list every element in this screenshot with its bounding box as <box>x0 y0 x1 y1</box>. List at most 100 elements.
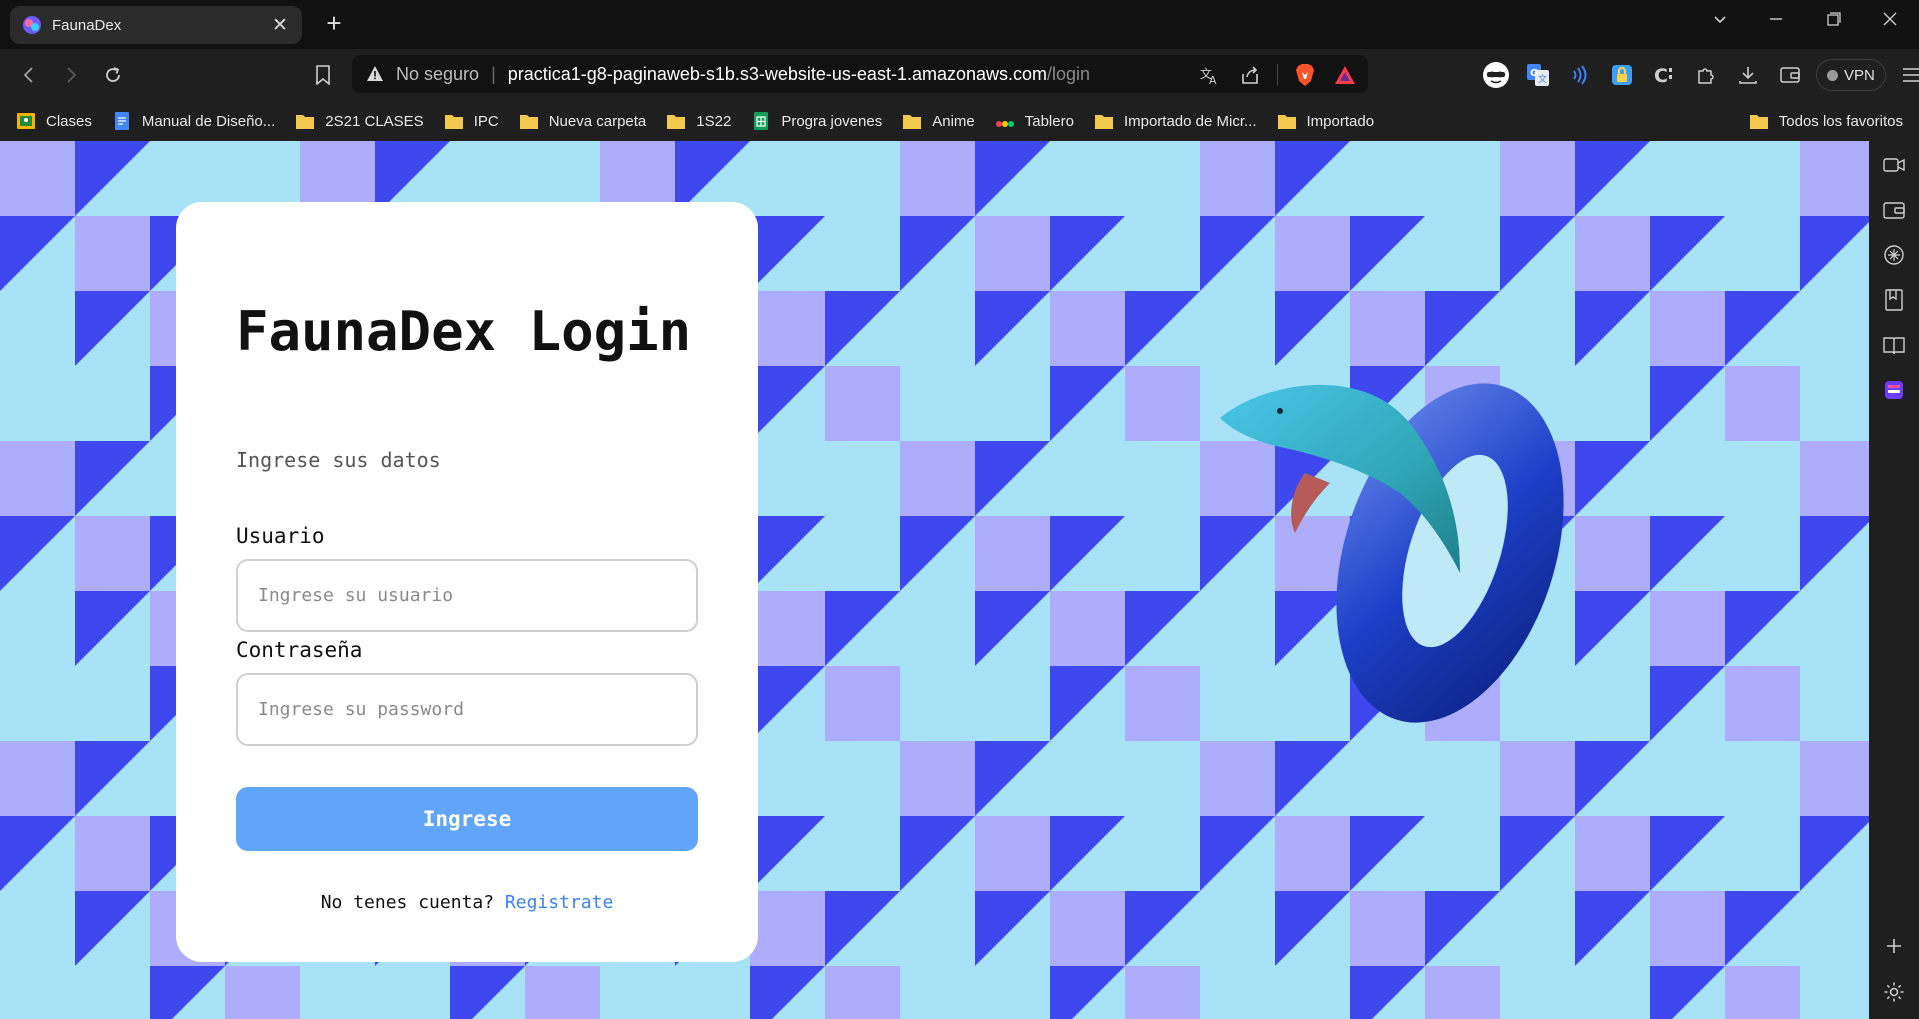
browser-menu-icon[interactable] <box>1896 59 1919 91</box>
folder-icon <box>903 115 922 129</box>
tab-title: FaunaDex <box>52 16 122 34</box>
bookmark-label: Importado <box>1306 112 1375 130</box>
video-icon[interactable] <box>1882 153 1906 177</box>
address-bar[interactable]: No seguro | practica1-g8-paginaweb-s1b.s… <box>352 55 1368 93</box>
bookmark-item[interactable]: Importado de Micr... <box>1094 112 1257 130</box>
faunadex-favicon-icon <box>23 16 41 34</box>
monday-icon <box>995 121 1014 127</box>
restore-icon[interactable] <box>1814 5 1854 33</box>
extension-panel-icon[interactable] <box>1882 378 1906 402</box>
bookmark-item[interactable]: Clases <box>16 112 92 130</box>
bookmark-item[interactable]: Importado <box>1277 112 1375 130</box>
page-subtitle: Ingrese sus datos <box>236 448 441 472</box>
bookmark-label: Importado de Micr... <box>1123 112 1257 130</box>
classroom-icon <box>17 113 35 129</box>
leo-ai-icon[interactable] <box>1882 243 1906 267</box>
vpn-status-icon <box>1827 69 1838 81</box>
reading-list-icon[interactable] <box>1882 333 1906 357</box>
folder-icon <box>1277 115 1296 129</box>
folder-icon <box>667 115 686 129</box>
url-separator: | <box>491 63 496 84</box>
address-bar-actions: 文A <box>1197 62 1358 88</box>
all-bookmarks-folder[interactable]: Todos los favoritos <box>1749 112 1903 130</box>
bookmark-item[interactable]: Manual de Diseño... <box>112 112 275 130</box>
bookmark-item[interactable]: Progra jovenes <box>751 112 882 130</box>
folder-icon <box>1749 115 1768 129</box>
folder-icon <box>519 115 538 129</box>
brave-shields-icon[interactable] <box>1292 62 1318 88</box>
share-icon[interactable] <box>1237 62 1263 88</box>
bookmark-item[interactable]: Tablero <box>995 112 1074 130</box>
bookmark-label: 2S21 CLASES <box>325 112 424 130</box>
sheets-icon <box>754 112 769 130</box>
password-input[interactable] <box>236 673 698 746</box>
url-host[interactable]: practica1-g8-paginaweb-s1b.s3-website-us… <box>508 64 1047 85</box>
url-path[interactable]: /login <box>1047 64 1090 85</box>
username-label: Usuario <box>236 524 325 548</box>
tab-search-chevron-icon[interactable] <box>1700 5 1740 33</box>
brave-rewards-icon[interactable] <box>1332 62 1358 88</box>
tab-close-icon[interactable]: ✕ <box>270 14 290 37</box>
login-card: FaunaDex Login Ingrese sus datos Usuario… <box>176 202 758 962</box>
new-tab-icon[interactable]: + <box>320 10 348 38</box>
google-translate-extension-icon[interactable]: G文 <box>1522 59 1554 91</box>
bookmark-item[interactable]: Anime <box>902 112 975 130</box>
register-prompt-text: No tenes cuenta? <box>320 892 505 913</box>
submit-button[interactable]: Ingrese <box>236 787 698 851</box>
all-bookmarks-label: Todos los favoritos <box>1778 112 1903 130</box>
vpn-label: VPN <box>1844 66 1875 84</box>
close-window-icon[interactable] <box>1870 5 1910 33</box>
tab-faunadex[interactable]: FaunaDex ✕ <box>10 6 302 44</box>
tab-strip: FaunaDex ✕ + <box>0 0 1919 49</box>
register-link[interactable]: Registrate <box>505 892 613 913</box>
bookmarks-panel-icon[interactable] <box>1882 288 1906 312</box>
bookmark-item[interactable]: 1S22 <box>666 112 731 130</box>
bookmark-label: Anime <box>932 112 975 130</box>
browser-side-panel <box>1869 141 1919 1019</box>
read-aloud-extension-icon[interactable] <box>1564 59 1596 91</box>
bookmark-item[interactable]: Nueva carpeta <box>519 112 647 130</box>
bookmarks-bar: Clases Manual de Diseño... 2S21 CLASES IPC N… <box>0 101 1919 141</box>
page-title: FaunaDex Login <box>236 300 692 363</box>
extensions-toolbar: G文 C VPN <box>1480 59 1919 91</box>
bookmark-label: Nueva carpeta <box>548 112 647 130</box>
svg-text:文: 文 <box>1538 73 1547 85</box>
reload-icon[interactable] <box>98 60 128 90</box>
bookmark-page-icon[interactable] <box>308 60 338 90</box>
bookmark-label: Clases <box>46 112 92 130</box>
password-manager-extension-icon[interactable] <box>1606 59 1638 91</box>
svg-text:A: A <box>1209 74 1217 86</box>
bookmark-label: 1S22 <box>696 112 732 130</box>
minimize-icon[interactable] <box>1756 5 1796 33</box>
wallet-panel-icon[interactable] <box>1882 198 1906 222</box>
password-label: Contraseña <box>236 638 363 662</box>
cuponeo-extension-icon[interactable]: C <box>1648 59 1680 91</box>
not-secure-warning-icon[interactable] <box>366 65 384 83</box>
bookmark-label: Progra jovenes <box>781 112 883 130</box>
folder-icon <box>296 115 315 129</box>
page-viewport: FaunaDex Login Ingrese sus datos Usuario… <box>0 141 1869 1019</box>
bookmark-item[interactable]: 2S21 CLASES <box>295 112 424 130</box>
dolphin-ring-illustration <box>1220 383 1564 723</box>
downloads-icon[interactable] <box>1732 59 1764 91</box>
bookmark-label: IPC <box>473 112 499 130</box>
svg-text:G: G <box>1530 68 1538 79</box>
settings-gear-icon[interactable] <box>1882 980 1906 1004</box>
bookmark-item[interactable]: IPC <box>444 112 499 130</box>
wallet-icon[interactable] <box>1774 59 1806 91</box>
username-input[interactable] <box>236 559 698 632</box>
back-icon[interactable] <box>14 60 44 90</box>
security-label[interactable]: No seguro <box>396 64 479 85</box>
register-prompt: No tenes cuenta? Registrate <box>176 892 758 913</box>
folder-icon <box>1094 115 1113 129</box>
add-panel-icon[interactable] <box>1882 934 1906 958</box>
spy-extension-icon[interactable] <box>1480 59 1512 91</box>
forward-icon[interactable] <box>56 60 86 90</box>
translate-icon[interactable]: 文A <box>1197 62 1223 88</box>
extensions-puzzle-icon[interactable] <box>1690 59 1722 91</box>
folder-icon <box>444 115 463 129</box>
bookmark-label: Tablero <box>1024 112 1074 130</box>
navigation-bar: No seguro | practica1-g8-paginaweb-s1b.s… <box>0 49 1919 101</box>
bookmark-label: Manual de Diseño... <box>141 112 276 130</box>
vpn-button[interactable]: VPN <box>1816 59 1886 91</box>
